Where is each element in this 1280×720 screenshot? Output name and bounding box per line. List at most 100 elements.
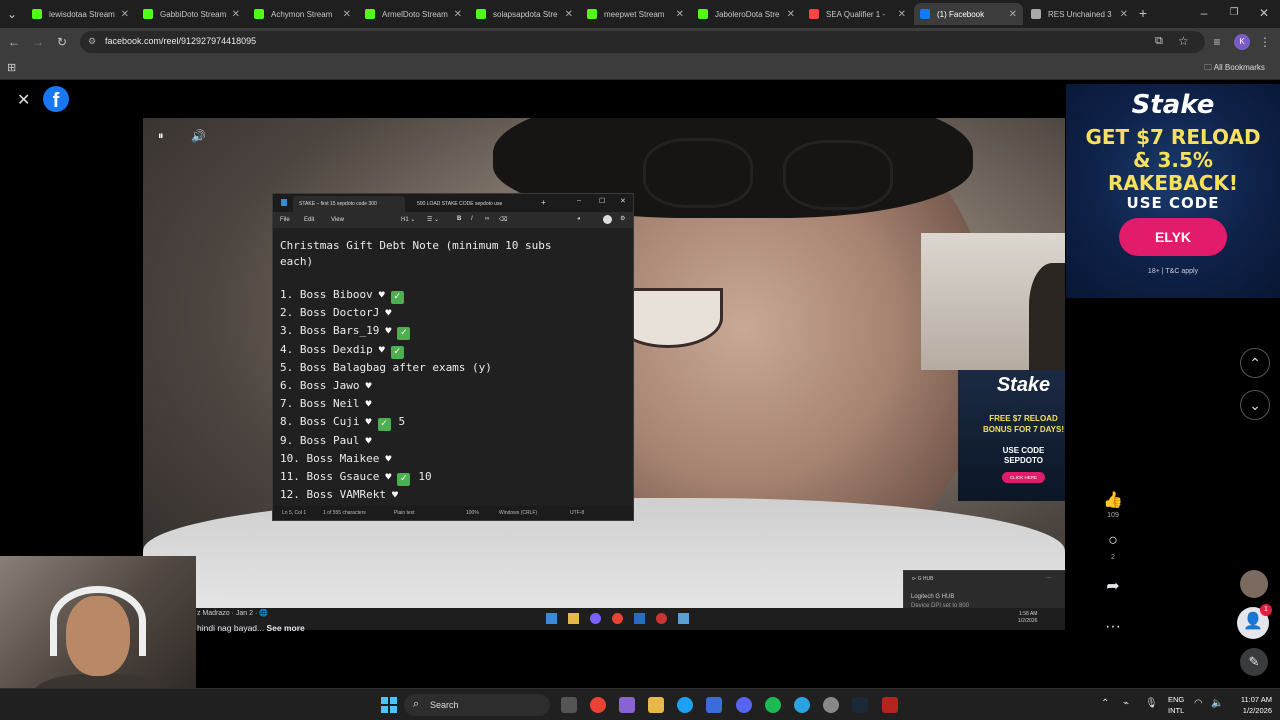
pause-icon[interactable]: ⏸: [158, 130, 164, 143]
close-icon[interactable]: ✕: [620, 197, 626, 205]
bold-icon[interactable]: B: [457, 216, 461, 222]
browser-tab[interactable]: (1) Facebook ✕: [914, 3, 1023, 25]
close-reel-icon[interactable]: ✕: [17, 90, 30, 110]
store-icon[interactable]: [706, 697, 722, 713]
menu-view[interactable]: View: [331, 217, 344, 223]
menu-kebab-icon[interactable]: ⋮: [1257, 34, 1273, 50]
tab-close-icon[interactable]: ✕: [1120, 9, 1128, 20]
tab-close-icon[interactable]: ✕: [232, 9, 240, 20]
browser-tab[interactable]: SEA Qualifier 1 - ✕: [803, 3, 912, 25]
list-item-text: 1. Boss Biboov: [280, 288, 373, 301]
browser-tab[interactable]: lewisdotaa Stream ✕: [26, 3, 135, 25]
volume-icon[interactable]: 🔈: [1211, 698, 1223, 709]
menu-file[interactable]: File: [280, 217, 290, 223]
tab-close-icon[interactable]: ✕: [343, 9, 351, 20]
tab-close-icon[interactable]: ✕: [787, 9, 795, 20]
maximize-icon[interactable]: ☐: [599, 197, 605, 205]
tab-close-icon[interactable]: ✕: [898, 9, 906, 20]
browser-tab[interactable]: ArmelDoto Stream ✕: [359, 3, 468, 25]
discord-icon[interactable]: [736, 697, 752, 713]
facebook-logo-icon[interactable]: f: [43, 86, 69, 112]
file-explorer-icon[interactable]: [648, 697, 664, 713]
tab-close-icon[interactable]: ✕: [565, 9, 573, 20]
account-icon[interactable]: [603, 215, 612, 224]
taskbar-clock[interactable]: 11:07 AM 1/2/2026: [1228, 694, 1272, 716]
tab-close-icon[interactable]: ✕: [121, 9, 129, 20]
tab-label: meepwet Stream: [604, 9, 665, 19]
tab-close-icon[interactable]: ✕: [676, 9, 684, 20]
language-indicator[interactable]: ENG INTL: [1168, 694, 1184, 716]
browser-tab[interactable]: RES Unchained 3 ✕: [1025, 3, 1134, 25]
menu-edit[interactable]: Edit: [304, 217, 314, 223]
all-bookmarks-button[interactable]: 🗀 All Bookmarks: [1204, 62, 1265, 76]
address-bar[interactable]: ⚙ facebook.com/reel/912927974418095 ⧉ ☆: [80, 31, 1205, 53]
maximize-button[interactable]: ❐: [1226, 5, 1242, 21]
settings-gear-icon[interactable]: ⚙: [620, 215, 625, 222]
browser-tab[interactable]: JaboleroDota Stre ✕: [692, 3, 801, 25]
chrome-icon[interactable]: [590, 697, 606, 713]
tab-close-icon[interactable]: ✕: [1009, 9, 1017, 20]
back-arrow-icon[interactable]: ←: [6, 34, 22, 50]
microphone-icon[interactable]: 🎙: [1145, 698, 1158, 709]
edge-icon[interactable]: [677, 697, 693, 713]
settings-icon[interactable]: [823, 697, 839, 713]
profile-avatar[interactable]: K: [1234, 34, 1250, 50]
notepad-tab-label[interactable]: 500 LOAD STAKE CODE sepdoto use: [417, 201, 502, 207]
notepad-text-area[interactable]: Christmas Gift Debt Note (minimum 10 sub…: [280, 239, 625, 507]
spotify-icon[interactable]: [765, 697, 781, 713]
heading-dropdown[interactable]: H1 ⌄: [401, 216, 415, 223]
browser-tab[interactable]: meepwet Stream ✕: [581, 3, 690, 25]
stake-ad-banner[interactable]: Stake GET $7 RELOAD & 3.5% RAKEBACK! USE …: [1066, 84, 1280, 298]
reload-icon[interactable]: ↻: [54, 34, 70, 50]
list-icon[interactable]: ☰ ⌄: [427, 216, 439, 223]
like-icon[interactable]: 👍: [1102, 490, 1124, 510]
see-more-link[interactable]: See more: [266, 623, 304, 633]
list-item-text: 6. Boss Jawo: [280, 379, 360, 392]
url-text[interactable]: facebook.com/reel/912927974418095: [105, 36, 256, 46]
copilot-icon[interactable]: [619, 697, 635, 713]
creator-name[interactable]: KUYS: [197, 596, 305, 605]
apps-grid-icon[interactable]: ⊞: [7, 61, 16, 74]
forward-arrow-icon[interactable]: →: [30, 34, 46, 50]
search-icon: ⌕: [413, 698, 420, 710]
ad-code-button[interactable]: ELYK: [1119, 218, 1227, 256]
tab-media-icon[interactable]: ≡: [1209, 34, 1225, 50]
share-icon[interactable]: ➦: [1102, 576, 1124, 596]
wifi-icon[interactable]: ◠: [1194, 698, 1203, 709]
compose-icon[interactable]: ✎: [1240, 648, 1268, 676]
next-reel-button[interactable]: ⌄: [1240, 390, 1270, 420]
dota-icon[interactable]: [882, 697, 898, 713]
task-view-icon[interactable]: [561, 697, 577, 713]
minimize-button[interactable]: –: [1196, 5, 1212, 21]
tab-search-icon[interactable]: ⌄: [4, 6, 20, 22]
italic-icon[interactable]: I: [471, 216, 473, 222]
browser-tab[interactable]: solapsapdota Stre ✕: [470, 3, 579, 25]
telegram-icon[interactable]: [794, 697, 810, 713]
new-tab-icon[interactable]: +: [541, 198, 546, 207]
clear-format-icon[interactable]: ⌫: [499, 216, 507, 223]
install-app-icon[interactable]: ⧉: [1155, 35, 1163, 48]
close-window-button[interactable]: ✕: [1256, 5, 1272, 21]
creator-avatar[interactable]: [1240, 570, 1268, 598]
steam-icon[interactable]: [852, 697, 868, 713]
bookmark-star-icon[interactable]: ☆: [1178, 34, 1189, 48]
tab-close-icon[interactable]: ✕: [454, 9, 462, 20]
browser-tab[interactable]: Achymon Stream ✕: [248, 3, 357, 25]
taskbar-search[interactable]: ⌕ Search: [404, 694, 550, 716]
comment-icon[interactable]: ○: [1102, 532, 1124, 550]
copilot-icon[interactable]: ◕: [577, 216, 581, 222]
site-info-icon[interactable]: ⚙: [88, 36, 96, 47]
more-options-icon[interactable]: ···: [1102, 618, 1124, 636]
tab-favicon-icon: [809, 9, 819, 19]
browser-tab[interactable]: GabbiDoto Stream ✕: [137, 3, 246, 25]
previous-reel-button[interactable]: ⌃: [1240, 348, 1270, 378]
volume-icon[interactable]: 🔊: [191, 129, 206, 143]
new-tab-button[interactable]: +: [1135, 5, 1151, 21]
windows-start-icon[interactable]: [381, 697, 397, 713]
network-icon[interactable]: ⌁: [1123, 698, 1129, 709]
minimize-icon[interactable]: –: [577, 197, 581, 204]
reel-video[interactable]: ⏸ 🔊 STAKE – first 15 sepdoto code 300 50…: [143, 118, 1065, 630]
tray-overflow-icon[interactable]: ⌃: [1101, 698, 1109, 709]
link-icon[interactable]: ∞: [485, 216, 489, 222]
stake-logo: Stake: [1131, 90, 1215, 120]
